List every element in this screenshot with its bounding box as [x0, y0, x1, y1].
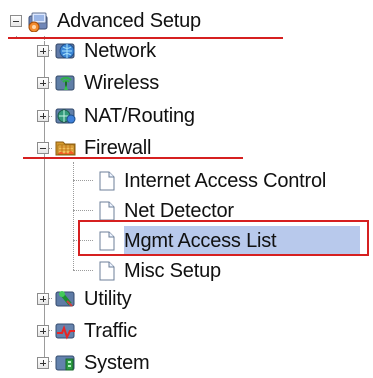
- expand-icon[interactable]: [37, 293, 49, 305]
- expand-icon[interactable]: [37, 110, 49, 122]
- page-icon: [99, 171, 115, 191]
- tree-line: [73, 180, 93, 181]
- routing-globe-icon: [55, 108, 76, 124]
- tree-item-nat-routing[interactable]: NAT/Routing: [37, 101, 198, 131]
- expand-icon[interactable]: [37, 357, 49, 369]
- tree-item-label: Traffic: [84, 320, 138, 342]
- tree-item-label: Mgmt Access List: [124, 230, 277, 252]
- tree-item-wireless[interactable]: Wireless: [37, 68, 162, 98]
- wireless-antenna-icon: [55, 75, 75, 91]
- utility-folder-icon: [55, 291, 75, 307]
- computer-folder-icon: [28, 12, 48, 32]
- tree-item-label: Network: [84, 40, 156, 62]
- annotation-underline: [23, 157, 243, 159]
- page-icon: [99, 261, 115, 281]
- tree-line: [73, 270, 93, 271]
- tree-item-label: Utility: [84, 288, 132, 310]
- network-globe-icon: [55, 43, 75, 59]
- tree-item-label: Wireless: [84, 72, 160, 94]
- tree-item-label: NAT/Routing: [84, 105, 195, 127]
- tree-item-system[interactable]: System: [37, 348, 152, 378]
- tree-line: [73, 210, 93, 211]
- firewall-folder-icon: [55, 141, 76, 156]
- collapse-icon[interactable]: [10, 15, 22, 27]
- page-icon: [99, 231, 115, 251]
- expand-icon[interactable]: [37, 325, 49, 337]
- tree-item-label: Internet Access Control: [124, 170, 327, 192]
- tree-item-mgmt-access-list[interactable]: Mgmt Access List: [94, 226, 279, 256]
- page-icon: [99, 201, 115, 221]
- system-folder-icon: [55, 355, 75, 371]
- tree-item-label: System: [84, 352, 150, 374]
- tree-item-internet-access-control[interactable]: Internet Access Control: [94, 166, 329, 196]
- expand-icon[interactable]: [37, 45, 49, 57]
- navigation-tree: Advanced Setup Network Wireless NAT/Rout…: [0, 0, 373, 375]
- expand-icon[interactable]: [37, 77, 49, 89]
- traffic-chart-icon: [55, 323, 75, 340]
- tree-item-traffic[interactable]: Traffic: [37, 316, 140, 346]
- tree-item-label: Misc Setup: [124, 260, 221, 282]
- tree-item-network[interactable]: Network: [37, 36, 159, 66]
- collapse-icon[interactable]: [37, 142, 49, 154]
- tree-item-misc-setup[interactable]: Misc Setup: [94, 256, 224, 286]
- tree-item-utility[interactable]: Utility: [37, 284, 135, 314]
- tree-line: [73, 162, 74, 270]
- tree-root-advanced-setup[interactable]: Advanced Setup: [10, 6, 204, 36]
- tree-item-label: Advanced Setup: [57, 10, 201, 32]
